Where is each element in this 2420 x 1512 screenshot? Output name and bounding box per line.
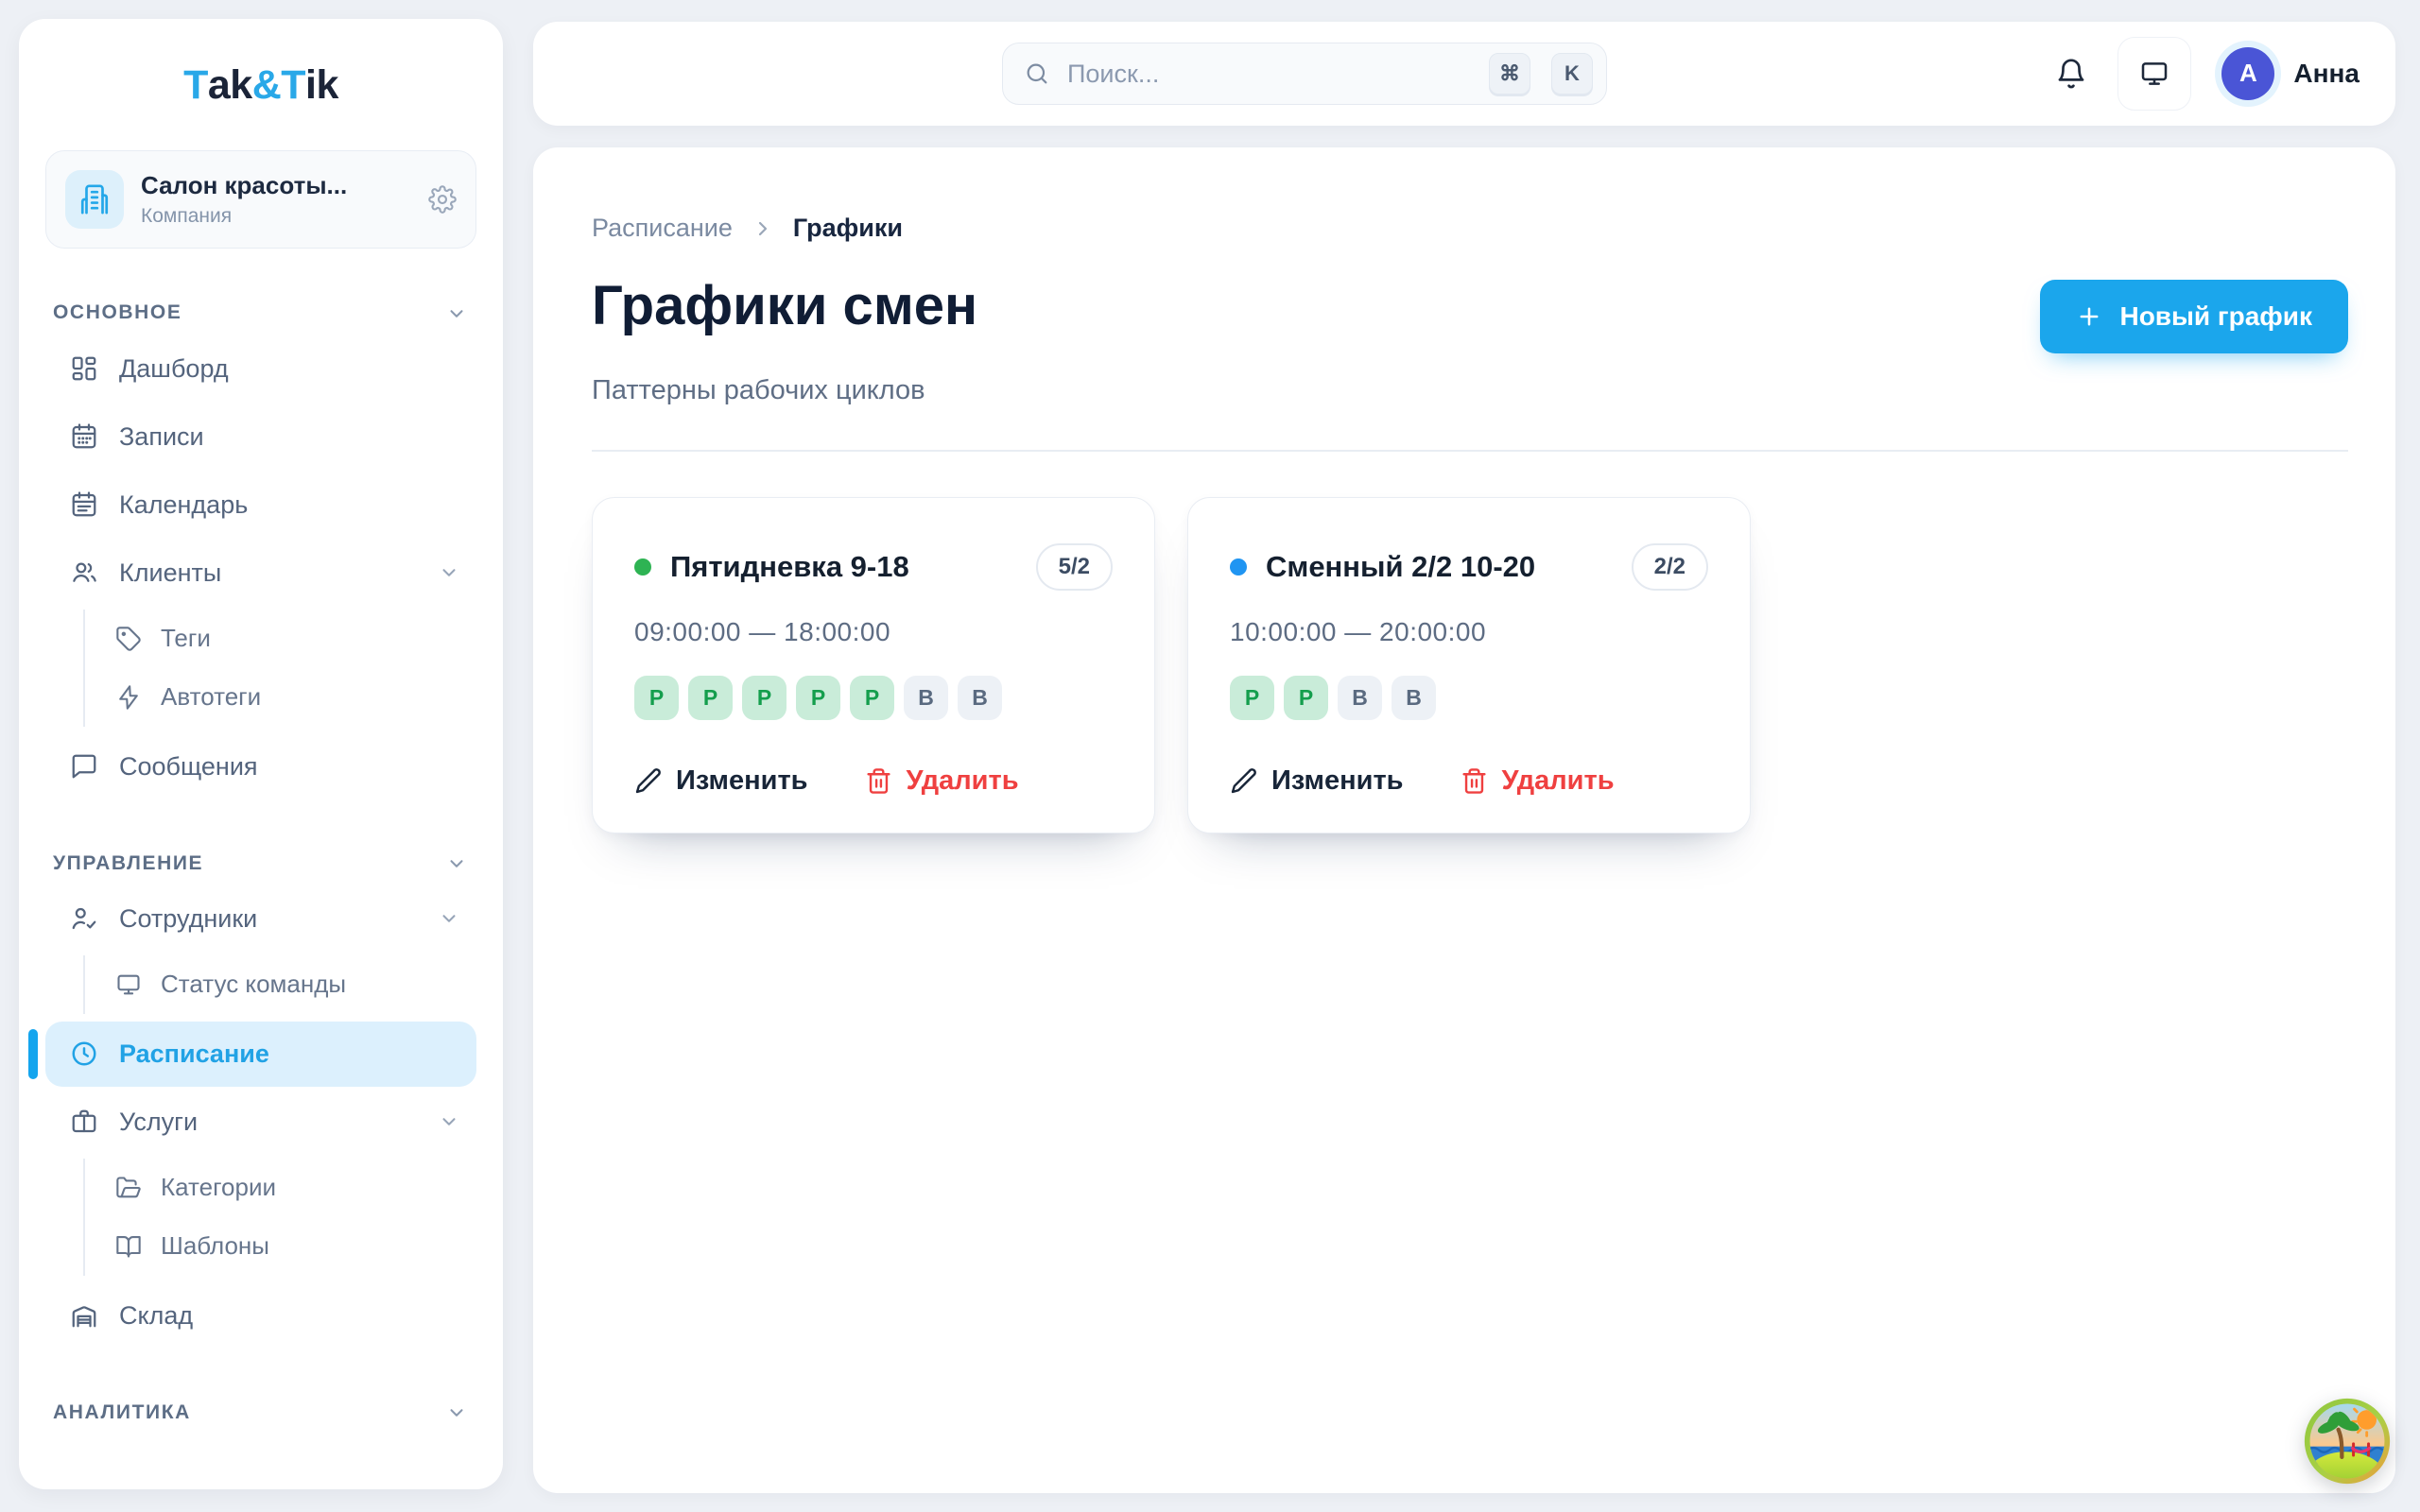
day-chip: Р (688, 676, 733, 720)
chevron-down-icon (439, 562, 459, 583)
monitor-icon (115, 971, 142, 998)
pencil-icon (1230, 767, 1257, 795)
monitor-icon (2139, 59, 2169, 89)
delete-button[interactable]: Удалить (865, 765, 1019, 797)
zap-icon (115, 684, 142, 711)
sidebar-item-categories[interactable]: Категории (112, 1159, 476, 1217)
nav-section-analytics[interactable]: АНАЛИТИКА (53, 1401, 467, 1424)
nav-section-main[interactable]: ОСНОВНОЕ (53, 301, 467, 324)
company-name: Салон красоты... (141, 172, 347, 200)
ratio-badge: 2/2 (1632, 543, 1708, 591)
display-mode-button[interactable] (2118, 37, 2191, 111)
user-check-icon (70, 904, 98, 933)
sidebar: Tak&Tik Салон красоты... Компания ОСНОВН… (19, 19, 503, 1489)
day-chip: Р (850, 676, 894, 720)
warehouse-icon (70, 1301, 98, 1330)
avatar: А (2221, 47, 2274, 100)
work-hours: 09:00:00 — 18:00:00 (634, 617, 1113, 647)
sidebar-item-warehouse[interactable]: Склад (45, 1283, 476, 1349)
status-dot (634, 558, 651, 576)
plus-icon (2076, 303, 2102, 330)
schedule-name: Пятидневка 9-18 (670, 550, 909, 584)
search-input[interactable] (1065, 59, 1468, 90)
app-logo: Tak&Tik (45, 62, 476, 109)
schedule-card-five-day: Пятидневка 9-18 5/2 09:00:00 — 18:00:00 … (592, 497, 1155, 833)
message-icon (70, 752, 98, 781)
day-chip: Р (1230, 676, 1274, 720)
edit-button[interactable]: Изменить (634, 765, 808, 797)
breadcrumb-current: Графики (793, 214, 903, 243)
clock-icon (70, 1040, 98, 1068)
chevron-down-icon (446, 1402, 467, 1423)
folder-open-icon (115, 1175, 142, 1201)
sidebar-nav: ОСНОВНОЕ ДашбордЗаписиКалендарьКлиентыТег… (45, 301, 476, 1423)
chevron-down-icon (439, 908, 459, 929)
day-chip: В (958, 676, 1002, 720)
nav-section-management[interactable]: УПРАВЛЕНИЕ (53, 852, 467, 875)
sidebar-item-tags[interactable]: Теги (112, 610, 476, 668)
chevron-right-icon (752, 217, 774, 240)
calendar-dots-icon (70, 422, 98, 451)
beach-island-badge[interactable] (2303, 1397, 2392, 1486)
trash-icon (865, 767, 892, 795)
sidebar-item-calendar[interactable]: Календарь (45, 472, 476, 538)
day-chip: В (904, 676, 948, 720)
status-dot (1230, 558, 1247, 576)
sidebar-item-autotags[interactable]: Автотеги (112, 668, 476, 727)
gear-icon[interactable] (428, 185, 457, 214)
building-icon (65, 170, 124, 229)
new-schedule-button[interactable]: Новый график (2040, 280, 2348, 353)
calendar-lines-icon (70, 490, 98, 519)
topbar: ⌘ K А Анна (533, 22, 2395, 126)
delete-button[interactable]: Удалить (1461, 765, 1615, 797)
company-subtitle: Компания (141, 205, 347, 228)
day-chip: Р (1284, 676, 1328, 720)
day-chip: В (1338, 676, 1382, 720)
search-bar[interactable]: ⌘ K (1002, 43, 1607, 105)
schedule-cards: Пятидневка 9-18 5/2 09:00:00 — 18:00:00 … (592, 497, 2348, 833)
schedule-card-shift-2-2: Сменный 2/2 10-20 2/2 10:00:00 — 20:00:0… (1187, 497, 1751, 833)
edit-button[interactable]: Изменить (1230, 765, 1404, 797)
trash-icon (1461, 767, 1488, 795)
day-chip: Р (742, 676, 786, 720)
work-hours: 10:00:00 — 20:00:00 (1230, 617, 1708, 647)
day-pattern: РРРРРВВ (634, 676, 1113, 720)
book-open-icon (115, 1233, 142, 1260)
day-chip: Р (796, 676, 840, 720)
main-panel: Расписание Графики Графики смен Паттерны… (533, 147, 2395, 1493)
sidebar-item-team-status[interactable]: Статус команды (112, 955, 476, 1014)
sidebar-item-records[interactable]: Записи (45, 404, 476, 470)
k-key-badge: K (1551, 53, 1593, 94)
sidebar-item-clients[interactable]: Клиенты (45, 541, 476, 606)
breadcrumb-parent[interactable]: Расписание (592, 214, 733, 243)
tag-icon (115, 626, 142, 652)
cmd-key-badge: ⌘ (1489, 53, 1530, 94)
users-icon (70, 558, 98, 587)
chevron-down-icon (439, 1111, 459, 1132)
company-selector[interactable]: Салон красоты... Компания (45, 150, 476, 249)
schedule-name: Сменный 2/2 10-20 (1266, 550, 1535, 584)
sidebar-item-services[interactable]: Услуги (45, 1090, 476, 1155)
chevron-down-icon (446, 303, 467, 324)
bell-icon[interactable] (2055, 58, 2087, 90)
page-subtitle: Паттерны рабочих циклов (592, 375, 2348, 406)
sidebar-item-messages[interactable]: Сообщения (45, 734, 476, 799)
user-menu[interactable]: А Анна (2221, 47, 2360, 100)
ratio-badge: 5/2 (1036, 543, 1113, 591)
day-chip: В (1392, 676, 1436, 720)
user-name: Анна (2293, 59, 2360, 89)
sidebar-item-dashboard[interactable]: Дашборд (45, 336, 476, 402)
day-pattern: РРВВ (1230, 676, 1708, 720)
sidebar-item-schedule[interactable]: Расписание (45, 1022, 476, 1087)
search-icon (1024, 60, 1050, 87)
dashboard-icon (70, 354, 98, 383)
sidebar-item-employees[interactable]: Сотрудники (45, 886, 476, 952)
chevron-down-icon (446, 853, 467, 874)
pencil-icon (634, 767, 662, 795)
briefcase-icon (70, 1108, 98, 1136)
breadcrumb: Расписание Графики (592, 214, 2348, 243)
divider (592, 450, 2348, 452)
sidebar-item-templates[interactable]: Шаблоны (112, 1217, 476, 1276)
day-chip: Р (634, 676, 679, 720)
